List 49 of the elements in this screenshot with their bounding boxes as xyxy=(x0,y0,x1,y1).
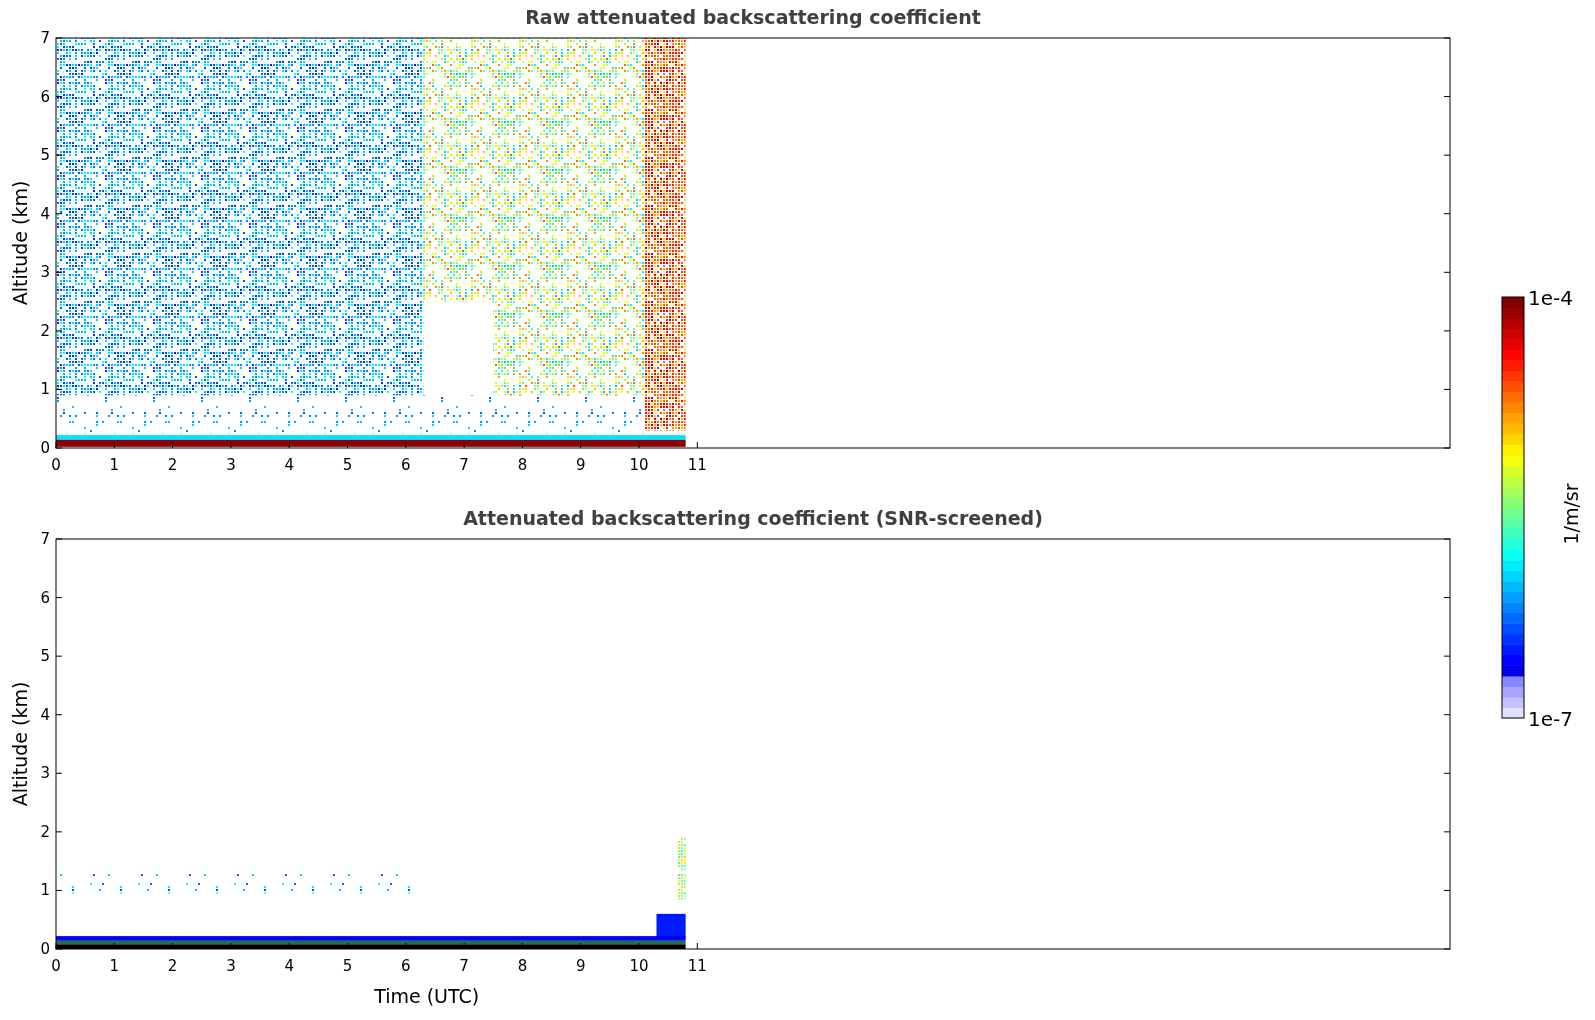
tick-label: 2 xyxy=(40,321,50,340)
tick-label: 6 xyxy=(401,957,411,975)
tick-label: 11 xyxy=(687,957,707,975)
axis-label: Time (UTC) xyxy=(374,985,480,1007)
chart-title: Raw attenuated backscattering coefficient xyxy=(525,6,981,28)
chart-title: Attenuated backscattering coefficient (SNR-screened) xyxy=(463,507,1043,529)
tick-label: 10 xyxy=(629,456,649,474)
tick-label: 5 xyxy=(342,456,353,474)
tick-label: 5 xyxy=(40,146,50,165)
tick-label: 9 xyxy=(575,957,586,975)
tick-label: 2 xyxy=(40,822,50,841)
axis-label: Altitude (km) xyxy=(9,180,31,306)
tick-label: 2 xyxy=(167,456,178,474)
colorbar-unit-label: 1/m/sr xyxy=(1560,483,1582,545)
tick-label: 4 xyxy=(40,705,50,724)
tick-label: 8 xyxy=(517,456,528,474)
tick-label: 6 xyxy=(401,456,411,474)
tick-label: 1 xyxy=(109,456,120,474)
axis-label: Altitude (km) xyxy=(9,681,31,807)
tick-label: 3 xyxy=(226,456,236,474)
colorbar-max-label: 1e-4 xyxy=(1528,287,1573,310)
tick-label: 7 xyxy=(40,530,50,548)
tick-label: 6 xyxy=(40,87,50,106)
tick-label: 3 xyxy=(40,263,50,282)
tick-label: 4 xyxy=(284,957,294,975)
colorbar-min-label: 1e-7 xyxy=(1528,707,1573,731)
tick-label: 1 xyxy=(109,957,120,975)
tick-label: 9 xyxy=(575,456,586,474)
tick-label: 0 xyxy=(51,957,61,975)
tick-label: 1 xyxy=(40,881,50,900)
tick-label: 5 xyxy=(40,647,50,666)
tick-label: 8 xyxy=(517,957,528,975)
tick-label: 5 xyxy=(342,957,353,975)
tick-label: 0 xyxy=(51,456,61,474)
tick-label: 1 xyxy=(40,380,50,399)
heatmap-region xyxy=(676,837,686,900)
tick-label: 4 xyxy=(40,204,50,223)
tick-label: 0 xyxy=(40,439,50,457)
tick-label: 3 xyxy=(40,764,50,783)
tick-label: 2 xyxy=(167,957,178,975)
tick-label: 10 xyxy=(629,957,649,975)
tick-label: 7 xyxy=(459,456,469,474)
tick-label: 11 xyxy=(687,456,707,474)
tick-label: 4 xyxy=(284,456,294,474)
tick-label: 0 xyxy=(40,940,50,958)
tick-label: 6 xyxy=(40,588,50,607)
tick-label: 7 xyxy=(459,957,469,975)
tick-label: 7 xyxy=(40,29,50,47)
tick-label: 3 xyxy=(226,957,236,975)
